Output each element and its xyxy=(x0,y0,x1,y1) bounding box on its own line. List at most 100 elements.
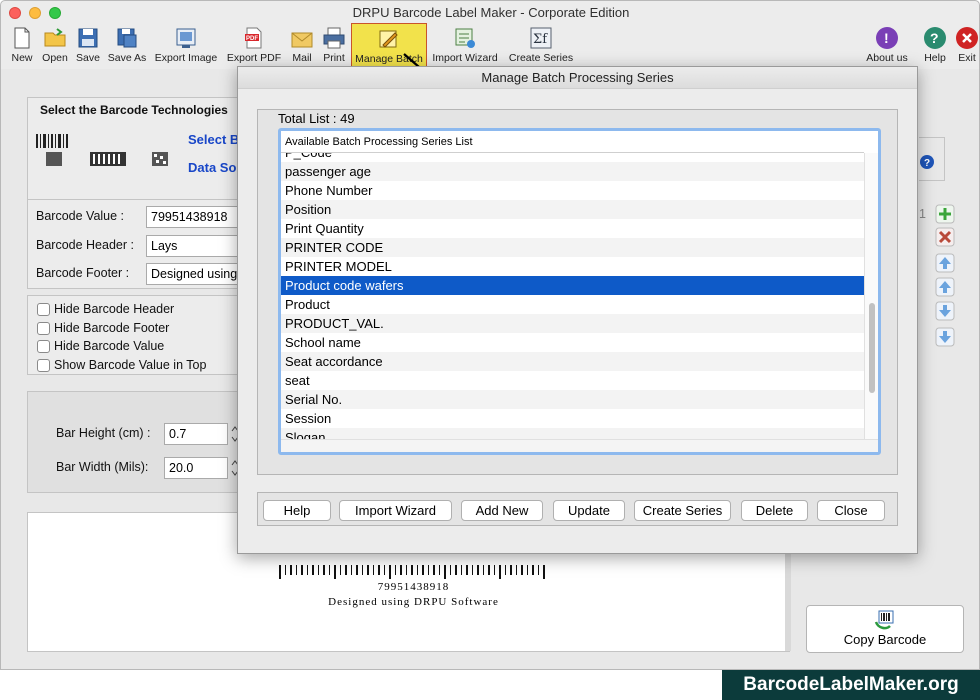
svg-text:!: ! xyxy=(884,30,889,46)
dialog-button-bar: Help Import Wizard Add New Update Create… xyxy=(257,492,898,526)
move-top-arrow-icon[interactable] xyxy=(935,253,955,273)
help-button[interactable]: Help xyxy=(263,500,331,521)
svg-text:Σf: Σf xyxy=(533,32,548,47)
hide-value-checkbox[interactable] xyxy=(37,340,50,353)
2d-barcode-icon xyxy=(152,152,168,166)
hide-footer-label: Hide Barcode Footer xyxy=(54,321,170,335)
new-file-icon xyxy=(14,27,30,49)
toolbar-label: Mail xyxy=(292,52,312,64)
show-value-top-checkbox[interactable] xyxy=(37,359,50,372)
list-item[interactable]: PRINTER CODE xyxy=(281,238,864,257)
toolbar-save-as-button[interactable]: Save As xyxy=(105,23,149,67)
list-item[interactable]: passenger age xyxy=(281,162,864,181)
toolbar-label: Help xyxy=(924,52,946,64)
svg-text:?: ? xyxy=(924,158,930,169)
postal-barcode-icon xyxy=(90,152,126,166)
toolbar-about-button[interactable]: ! About us xyxy=(863,23,911,67)
list-item[interactable]: Product xyxy=(281,295,864,314)
toolbar-new-button[interactable]: New xyxy=(5,23,39,67)
toolbar-help-button[interactable]: ? Help xyxy=(919,23,951,67)
technologies-title: Select the Barcode Technologies xyxy=(40,103,228,117)
bar-height-label: Bar Height (cm) : xyxy=(56,426,151,440)
barcode-bars-graphic xyxy=(278,565,545,579)
copy-barcode-icon xyxy=(874,610,894,630)
toolbar-label: Print xyxy=(323,52,345,64)
preview-barcode-value: 79951438918 xyxy=(377,581,450,593)
list-rows: P_Codepassenger agePhone NumberPositionP… xyxy=(281,153,864,439)
main-toolbar: New Open Save Save As Export Image PDF E… xyxy=(1,23,979,67)
about-info-icon: ! xyxy=(876,27,898,49)
pdf-icon: PDF xyxy=(245,27,262,49)
list-item[interactable]: P_Code xyxy=(281,153,864,162)
add-new-button[interactable]: Add New xyxy=(461,500,543,521)
bar-width-input[interactable]: 20.0 xyxy=(164,457,228,479)
copy-barcode-button[interactable]: Copy Barcode xyxy=(806,605,964,653)
list-vertical-scrollbar[interactable] xyxy=(864,153,878,439)
toolbar-print-button[interactable]: Print xyxy=(319,23,349,67)
move-up-arrow-icon[interactable] xyxy=(935,277,955,297)
list-item[interactable]: Phone Number xyxy=(281,181,864,200)
toolbar-open-button[interactable]: Open xyxy=(39,23,71,67)
preview-footer-text: Designed using DRPU Software xyxy=(328,596,499,608)
add-plus-icon[interactable] xyxy=(935,204,955,224)
list-column-header: Available Batch Processing Series List xyxy=(281,131,864,153)
svg-text:PDF: PDF xyxy=(246,36,258,42)
hide-header-checkbox[interactable] xyxy=(37,303,50,316)
hide-footer-checkbox[interactable] xyxy=(37,322,50,335)
toolbar-create-series-button[interactable]: Σf Create Series xyxy=(505,23,577,67)
toolbar-export-pdf-button[interactable]: PDF Export PDF xyxy=(225,23,283,67)
toolbar-label: Export PDF xyxy=(226,52,282,64)
right-help-panel: ? xyxy=(919,137,945,181)
data-source-link[interactable]: Data So xyxy=(188,160,236,175)
create-series-button[interactable]: Create Series xyxy=(634,500,731,521)
list-item[interactable]: School name xyxy=(281,333,864,352)
close-button[interactable]: Close xyxy=(817,500,885,521)
list-item[interactable]: PRINTER MODEL xyxy=(281,257,864,276)
list-item[interactable]: Serial No. xyxy=(281,390,864,409)
list-item[interactable]: Product code wafers xyxy=(281,276,864,295)
list-item[interactable]: Session xyxy=(281,409,864,428)
list-item[interactable]: seat xyxy=(281,371,864,390)
list-item[interactable]: Print Quantity xyxy=(281,219,864,238)
barcode-value-label: Barcode Value : xyxy=(36,209,125,223)
window-minimize-button[interactable] xyxy=(29,7,41,19)
toolbar-label: Create Series xyxy=(508,52,574,64)
toolbar-label: Save As xyxy=(107,52,147,64)
list-item[interactable]: Position xyxy=(281,200,864,219)
select-barcode-link[interactable]: Select B xyxy=(188,132,239,147)
list-item[interactable]: Slogan xyxy=(281,428,864,439)
list-item[interactable]: Seat accordance xyxy=(281,352,864,371)
toolbar-label: Open xyxy=(42,52,68,64)
window-close-button[interactable] xyxy=(9,7,21,19)
save-icon xyxy=(78,28,98,48)
list-scroll-thumb[interactable] xyxy=(869,303,875,393)
window-title: DRPU Barcode Label Maker - Corporate Edi… xyxy=(352,5,630,20)
hide-header-label: Hide Barcode Header xyxy=(54,302,175,316)
series-listbox[interactable]: Available Batch Processing Series List P… xyxy=(278,128,881,455)
site-watermark: BarcodeLabelMaker.org xyxy=(722,670,980,700)
toolbar-label: Export Image xyxy=(154,52,218,64)
move-down-arrow-icon[interactable] xyxy=(935,301,955,321)
barcode-header-label: Barcode Header : xyxy=(36,238,134,252)
delete-button[interactable]: Delete xyxy=(741,500,808,521)
bar-width-label: Bar Width (Mils): xyxy=(56,460,149,474)
list-horizontal-scrollbar[interactable] xyxy=(281,439,878,452)
window-maximize-button[interactable] xyxy=(49,7,61,19)
export-image-icon xyxy=(176,28,196,48)
toolbar-exit-button[interactable]: Exit xyxy=(953,23,979,67)
toolbar-export-image-button[interactable]: Export Image xyxy=(153,23,219,67)
manage-batch-dialog: Manage Batch Processing Series Total Lis… xyxy=(237,66,918,554)
sigma-function-icon: Σf xyxy=(530,27,552,49)
dialog-title: Manage Batch Processing Series xyxy=(238,67,917,89)
delete-x-icon[interactable] xyxy=(935,227,955,247)
import-wizard-button[interactable]: Import Wizard xyxy=(339,500,452,521)
update-button[interactable]: Update xyxy=(553,500,625,521)
bar-height-input[interactable]: 0.7 xyxy=(164,423,228,445)
help-question-icon[interactable]: ? xyxy=(919,154,935,170)
move-bottom-arrow-icon[interactable] xyxy=(935,327,955,347)
toolbar-mail-button[interactable]: Mail xyxy=(287,23,317,67)
side-number-text: 1 xyxy=(919,207,926,221)
toolbar-save-button[interactable]: Save xyxy=(73,23,103,67)
list-item[interactable]: PRODUCT_VAL. xyxy=(281,314,864,333)
show-value-top-label: Show Barcode Value in Top xyxy=(54,358,207,372)
